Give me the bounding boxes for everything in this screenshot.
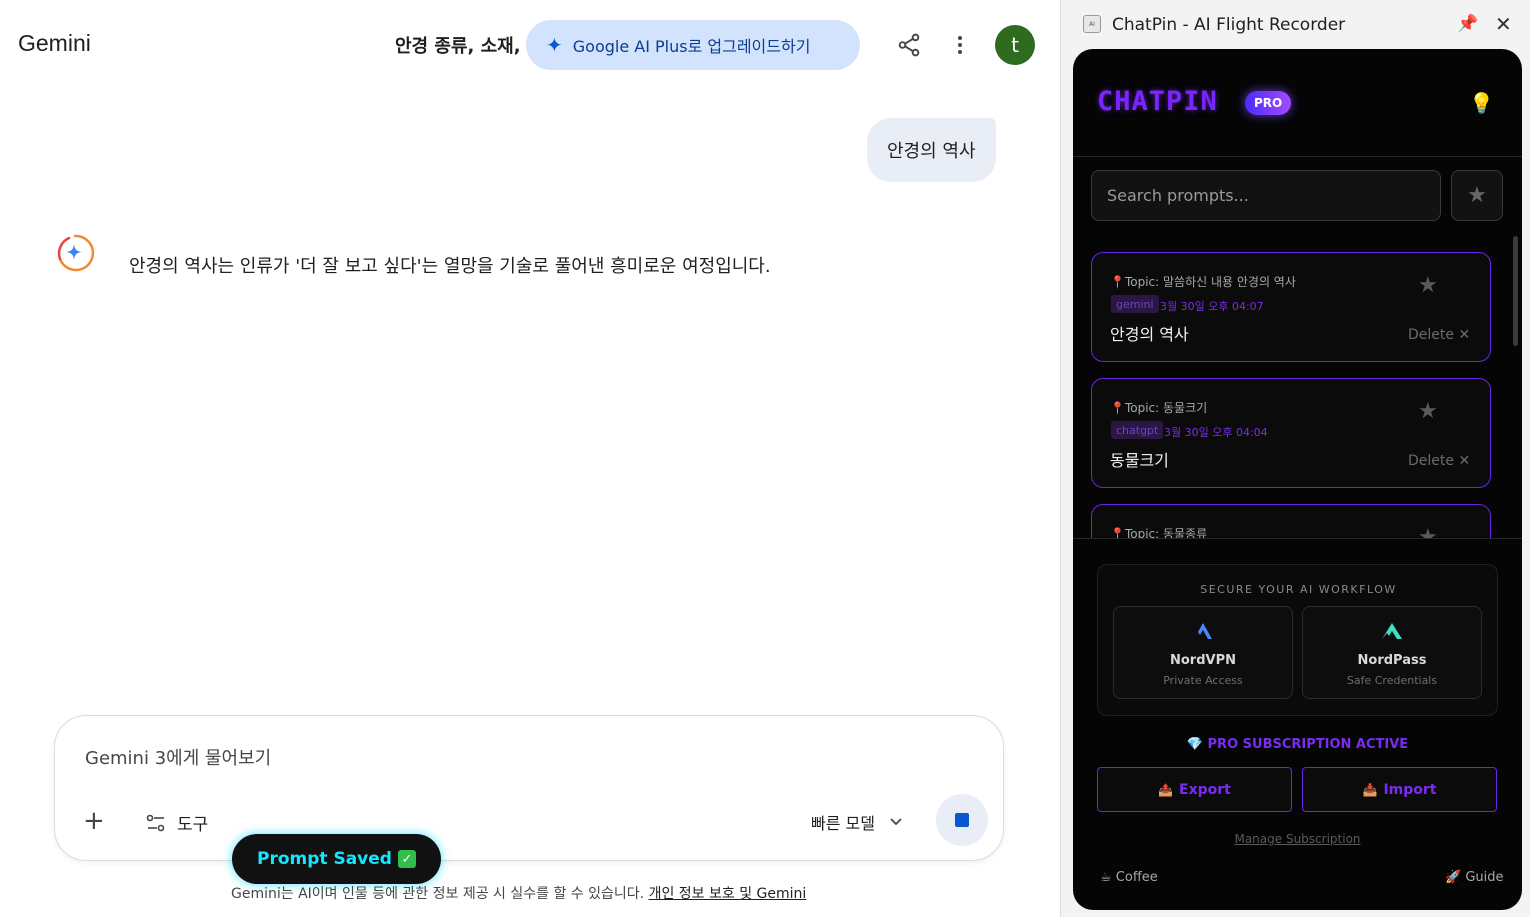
card-topic: 📍Topic: 말씀하신 내용 안경의 역사 bbox=[1110, 275, 1296, 289]
import-icon: 📥 bbox=[1362, 782, 1378, 797]
user-message: 안경의 역사 bbox=[867, 118, 996, 182]
prompt-card[interactable]: 📍Topic: 동물종류 ★ bbox=[1091, 504, 1491, 539]
rocket-icon: 🚀 bbox=[1445, 870, 1462, 885]
conversation-title[interactable]: 안경 종류, 소재, bbox=[395, 32, 530, 58]
diamond-icon: 💎 bbox=[1186, 737, 1203, 752]
source-badge: gemini bbox=[1111, 295, 1159, 313]
close-icon[interactable]: ✕ bbox=[1495, 12, 1512, 36]
delete-button[interactable]: Delete ✕ bbox=[1408, 453, 1470, 469]
section-divider bbox=[1073, 538, 1522, 539]
tools-icon bbox=[146, 814, 165, 831]
add-icon[interactable]: + bbox=[83, 808, 105, 834]
favorites-filter-button[interactable]: ★ bbox=[1451, 170, 1503, 221]
card-date: 3월 30일 오후 04:04 bbox=[1164, 426, 1268, 439]
card-title: 동물크기 bbox=[1110, 451, 1169, 470]
sparkle-icon: ✦ bbox=[546, 33, 563, 57]
prompt-card[interactable]: 📍Topic: 동물크기 chatgpt 3월 30일 오후 04:04 동물크… bbox=[1091, 378, 1491, 488]
nordpass-icon bbox=[1303, 621, 1481, 646]
more-options-icon[interactable] bbox=[950, 32, 970, 58]
partner-subtitle: Safe Credentials bbox=[1346, 674, 1438, 687]
avatar[interactable]: t bbox=[995, 25, 1035, 65]
toast-label: Prompt Saved bbox=[257, 849, 392, 869]
chatpin-logo: CHATPIN bbox=[1097, 86, 1218, 117]
app-icon: AI bbox=[1083, 15, 1101, 33]
scrollbar[interactable] bbox=[1513, 236, 1518, 346]
share-icon[interactable] bbox=[896, 32, 922, 58]
chatpin-sidepanel: AI ChatPin - AI Flight Recorder 📌 ✕ CHAT… bbox=[1061, 0, 1530, 917]
nordvpn-icon bbox=[1114, 621, 1292, 646]
card-topic: 📍Topic: 동물종류 bbox=[1110, 527, 1208, 539]
window-title: ChatPin - AI Flight Recorder bbox=[1112, 15, 1346, 35]
check-icon: ✓ bbox=[397, 850, 416, 868]
pushpin-icon: 📍 bbox=[1110, 401, 1125, 415]
card-title: 안경의 역사 bbox=[1110, 325, 1189, 344]
gemini-spark-icon bbox=[57, 234, 95, 272]
gemini-logo[interactable]: Gemini bbox=[18, 30, 91, 57]
tools-label: 도구 bbox=[177, 815, 209, 835]
stop-button[interactable] bbox=[936, 794, 988, 846]
favorite-star-icon[interactable]: ★ bbox=[1418, 273, 1438, 298]
pin-icon[interactable]: 📌 bbox=[1457, 14, 1478, 34]
prompt-input[interactable]: Gemini 3에게 물어보기 bbox=[85, 744, 271, 770]
card-date: 3월 30일 오후 04:07 bbox=[1160, 300, 1264, 313]
upgrade-button[interactable]: ✦ Google AI Plus로 업그레이드하기 bbox=[526, 20, 860, 70]
tools-button[interactable]: 도구 bbox=[145, 810, 208, 835]
manage-subscription-link[interactable]: Manage Subscription bbox=[1073, 832, 1522, 846]
export-icon: 📤 bbox=[1158, 782, 1174, 797]
disclaimer: Gemini는 AI이며 인물 등에 관한 정보 제공 시 실수를 할 수 있습… bbox=[231, 883, 806, 903]
gemini-app: Gemini 안경 종류, 소재, ✦ Google AI Plus로 업그레이… bbox=[0, 0, 1060, 917]
prompt-saved-toast: Prompt Saved ✓ bbox=[232, 834, 441, 884]
search-input[interactable]: Search prompts... bbox=[1091, 170, 1441, 221]
upgrade-label: Google AI Plus로 업그레이드하기 bbox=[572, 37, 811, 56]
model-selector[interactable]: 빠른 모델 bbox=[811, 810, 903, 834]
nordvpn-card[interactable]: NordVPN Private Access bbox=[1113, 606, 1293, 699]
coffee-icon: ☕ bbox=[1100, 870, 1112, 885]
screen: Gemini 안경 종류, 소재, ✦ Google AI Plus로 업그레이… bbox=[0, 0, 1530, 917]
privacy-link[interactable]: 개인 정보 보호 및 Gemini bbox=[649, 886, 807, 902]
chatpin-header: CHATPIN PRO 💡 bbox=[1073, 49, 1522, 157]
chevron-down-icon bbox=[890, 818, 902, 826]
model-label: 빠른 모델 bbox=[811, 814, 875, 833]
assistant-answer: 안경의 역사는 인류가 '더 잘 보고 싶다'는 열망을 기술로 풀어낸 흥미로… bbox=[129, 256, 771, 277]
secure-workflow-box: SECURE YOUR AI WORKFLOW NordVPN Private … bbox=[1097, 564, 1498, 716]
delete-button[interactable]: Delete ✕ bbox=[1408, 327, 1470, 343]
star-icon: ★ bbox=[1467, 183, 1487, 208]
source-badge: chatgpt bbox=[1111, 421, 1164, 439]
nordpass-card[interactable]: NordPass Safe Credentials bbox=[1302, 606, 1482, 699]
pro-badge: PRO bbox=[1245, 91, 1292, 115]
prompt-input-box[interactable]: Gemini 3에게 물어보기 + 도구 빠른 모델 bbox=[54, 715, 1004, 861]
pushpin-icon: 📍 bbox=[1110, 275, 1125, 289]
prompt-list[interactable]: 📍Topic: 말씀하신 내용 안경의 역사 gemini 3월 30일 오후 … bbox=[1073, 239, 1522, 539]
disclaimer-text: Gemini는 AI이며 인물 등에 관한 정보 제공 시 실수를 할 수 있습… bbox=[231, 886, 645, 902]
stop-icon bbox=[955, 813, 969, 827]
pro-status: 💎 PRO SUBSCRIPTION ACTIVE bbox=[1186, 737, 1409, 752]
export-button[interactable]: 📤 Export bbox=[1097, 767, 1292, 812]
partner-name: NordPass bbox=[1357, 653, 1427, 668]
chatpin-panel: CHATPIN PRO 💡 Search prompts... ★ 📍Topic… bbox=[1073, 49, 1522, 910]
coffee-link[interactable]: ☕ Coffee bbox=[1100, 870, 1158, 885]
partner-name: NordVPN bbox=[1170, 653, 1236, 668]
secure-caption: SECURE YOUR AI WORKFLOW bbox=[1200, 583, 1397, 596]
import-button[interactable]: 📥 Import bbox=[1302, 767, 1497, 812]
partner-subtitle: Private Access bbox=[1163, 674, 1243, 687]
favorite-star-icon[interactable]: ★ bbox=[1418, 399, 1438, 424]
card-topic: 📍Topic: 동물크기 bbox=[1110, 401, 1208, 415]
lightbulb-icon[interactable]: 💡 bbox=[1469, 91, 1494, 115]
guide-link[interactable]: 🚀 Guide bbox=[1445, 870, 1504, 885]
favorite-star-icon[interactable]: ★ bbox=[1418, 525, 1438, 539]
prompt-card[interactable]: 📍Topic: 말씀하신 내용 안경의 역사 gemini 3월 30일 오후 … bbox=[1091, 252, 1491, 362]
